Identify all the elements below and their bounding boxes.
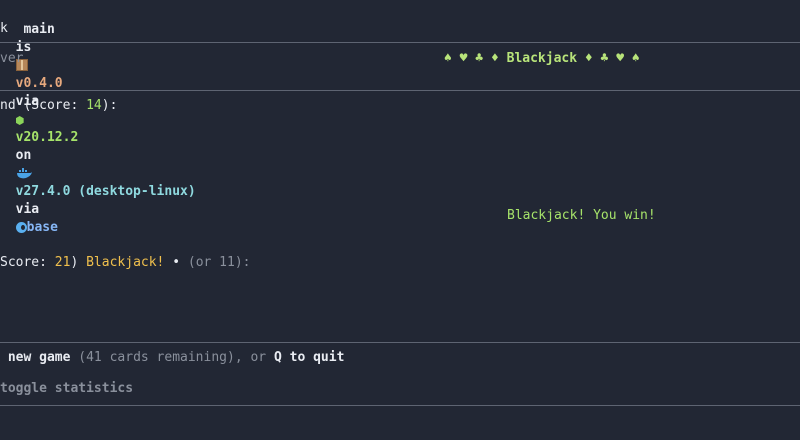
dealer-score: 14 bbox=[86, 98, 102, 113]
controls-line: new game (41 cards remaining), or Q to q… bbox=[0, 349, 345, 367]
dealer-hand-label: nd (Score: 14): bbox=[0, 98, 118, 113]
new-game-action[interactable]: new game bbox=[0, 350, 71, 365]
node-version: v20.12.2 bbox=[15, 130, 79, 145]
header-bottom-rule bbox=[0, 90, 800, 91]
player-alt-score: (or 11): bbox=[187, 255, 251, 270]
node-icon bbox=[15, 116, 24, 125]
title-text: Blackjack bbox=[506, 51, 578, 66]
package-version: v0.4.0 bbox=[15, 76, 63, 91]
prompt-on: on bbox=[15, 148, 32, 163]
cards-remaining: (41 cards remaining), bbox=[78, 350, 243, 365]
title-suits-right: ♦ ♣ ♥ ♠ bbox=[584, 51, 640, 66]
result-message: Blackjack! You win! bbox=[507, 208, 656, 223]
player-hand-label: Score: 21) Blackjack! • (or 11): bbox=[0, 255, 251, 270]
footer-bottom-rule bbox=[0, 405, 800, 406]
prompt-continuation: k bbox=[0, 21, 8, 36]
quit-key[interactable]: Q bbox=[274, 350, 282, 365]
blackjack-badge: Blackjack! bbox=[86, 255, 165, 270]
docker-version: v27.4.0 (desktop-linux) bbox=[15, 184, 196, 199]
docker-icon bbox=[16, 168, 32, 179]
prompt-via-2: via bbox=[15, 202, 40, 217]
game-title: ♠ ♥ ♣ ♦ Blackjack ♦ ♣ ♥ ♠ bbox=[444, 50, 640, 68]
title-suits-left: ♠ ♥ ♣ ♦ bbox=[444, 51, 499, 66]
shell-prompt: main is v0.4.0 via v20.12.2 on v27.4.0 (… bbox=[0, 3, 196, 237]
bullet: • bbox=[172, 255, 181, 270]
quit-action[interactable]: to quit bbox=[290, 350, 345, 365]
toggle-statistics-action[interactable]: toggle statistics bbox=[0, 380, 133, 398]
or-text: or bbox=[250, 350, 267, 365]
conda-env: base bbox=[26, 220, 58, 235]
footer-top-rule bbox=[0, 342, 800, 343]
git-branch: main bbox=[15, 22, 55, 37]
conda-icon bbox=[15, 222, 27, 233]
header-top-rule bbox=[0, 42, 800, 43]
header-left-text: ver bbox=[0, 51, 24, 66]
player-score: 21 bbox=[54, 255, 71, 270]
